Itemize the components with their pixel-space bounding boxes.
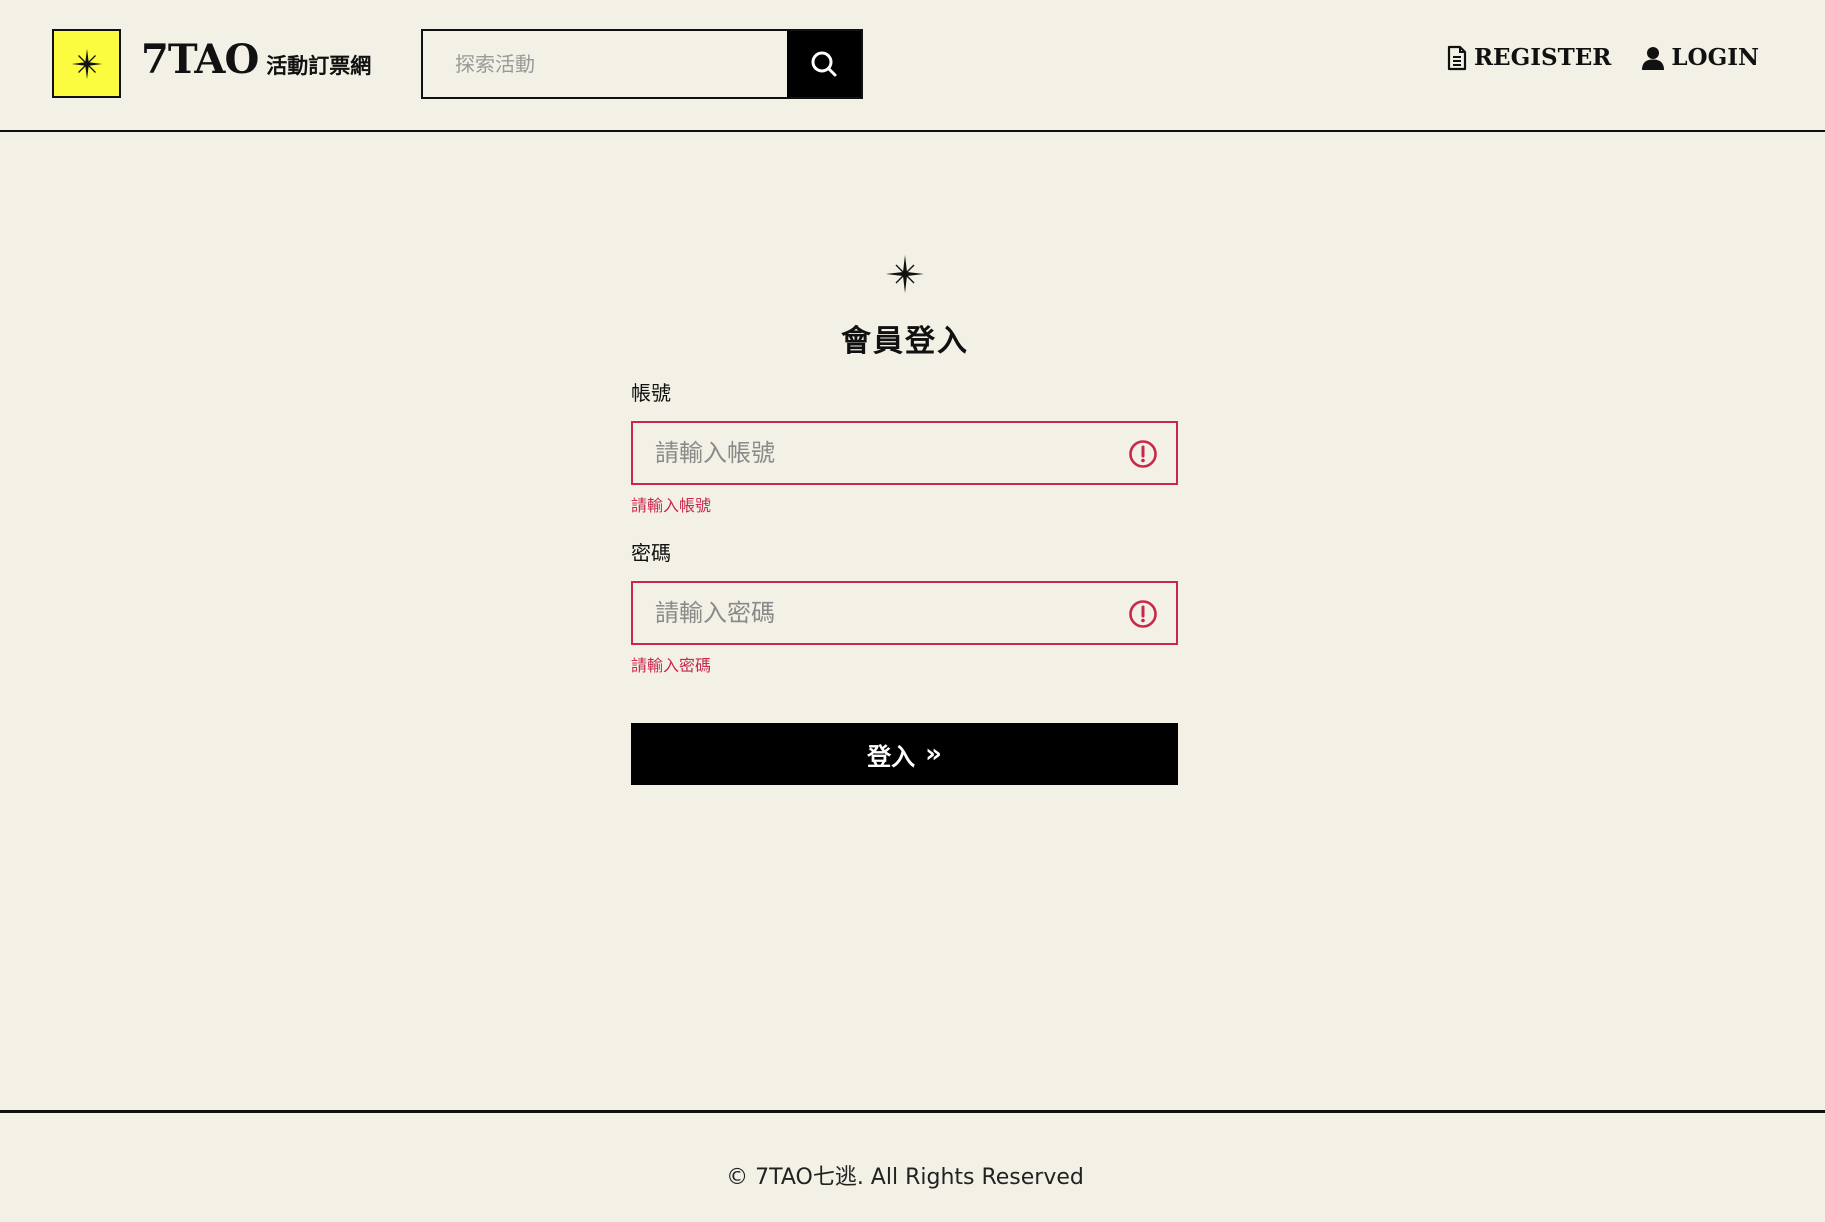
submit-label: 登入: [867, 742, 916, 771]
brand-subtitle: 活動訂票網: [266, 53, 372, 78]
page-title: 會員登入: [841, 324, 969, 359]
header-nav: REGISTER LOGIN: [1446, 44, 1759, 71]
main-content: 會員登入 帳號 請輸入帳號 密碼: [0, 134, 1825, 1110]
document-icon: [1447, 45, 1467, 70]
account-field-group: 帳號 請輸入帳號: [631, 379, 1178, 517]
logo-link[interactable]: [52, 29, 121, 98]
login-page: 7TAO 活動訂票網 REGISTER: [0, 0, 1825, 1222]
login-link[interactable]: LOGIN: [1641, 44, 1759, 71]
login-submit-button[interactable]: 登入 »: [631, 723, 1178, 785]
search-icon: [811, 51, 837, 77]
site-header: 7TAO 活動訂票網 REGISTER: [0, 0, 1825, 132]
register-link[interactable]: REGISTER: [1446, 44, 1611, 71]
account-input-wrap: [631, 421, 1178, 485]
account-label: 帳號: [631, 381, 671, 405]
register-label: REGISTER: [1473, 44, 1612, 71]
password-input-wrap: [631, 581, 1178, 645]
password-error-message: 請輸入密碼: [631, 656, 712, 675]
copyright-text: © 7TAO七逃. All Rights Reserved: [726, 1165, 1084, 1190]
brand[interactable]: 7TAO 活動訂票網: [141, 36, 371, 83]
exclamation-circle-icon: [1129, 440, 1157, 468]
brand-name: 7TAO: [141, 36, 259, 83]
password-input[interactable]: [633, 583, 1176, 643]
password-field-group: 密碼 請輸入密碼: [631, 539, 1178, 677]
exclamation-circle-icon: [1129, 600, 1157, 628]
login-label: LOGIN: [1671, 44, 1759, 71]
account-error-message: 請輸入帳號: [631, 496, 712, 515]
site-footer: © 7TAO七逃. All Rights Reserved: [0, 1110, 1825, 1222]
search-button[interactable]: [787, 31, 861, 97]
login-form: 帳號 請輸入帳號 密碼: [631, 379, 1178, 785]
double-chevron-right-icon: »: [925, 739, 942, 769]
search-bar: [421, 29, 863, 99]
password-label: 密碼: [631, 541, 671, 565]
four-point-star-icon: [71, 48, 102, 79]
user-icon: [1642, 46, 1665, 70]
search-input[interactable]: [423, 31, 787, 97]
account-input[interactable]: [633, 423, 1176, 483]
four-point-star-icon: [886, 255, 924, 293]
